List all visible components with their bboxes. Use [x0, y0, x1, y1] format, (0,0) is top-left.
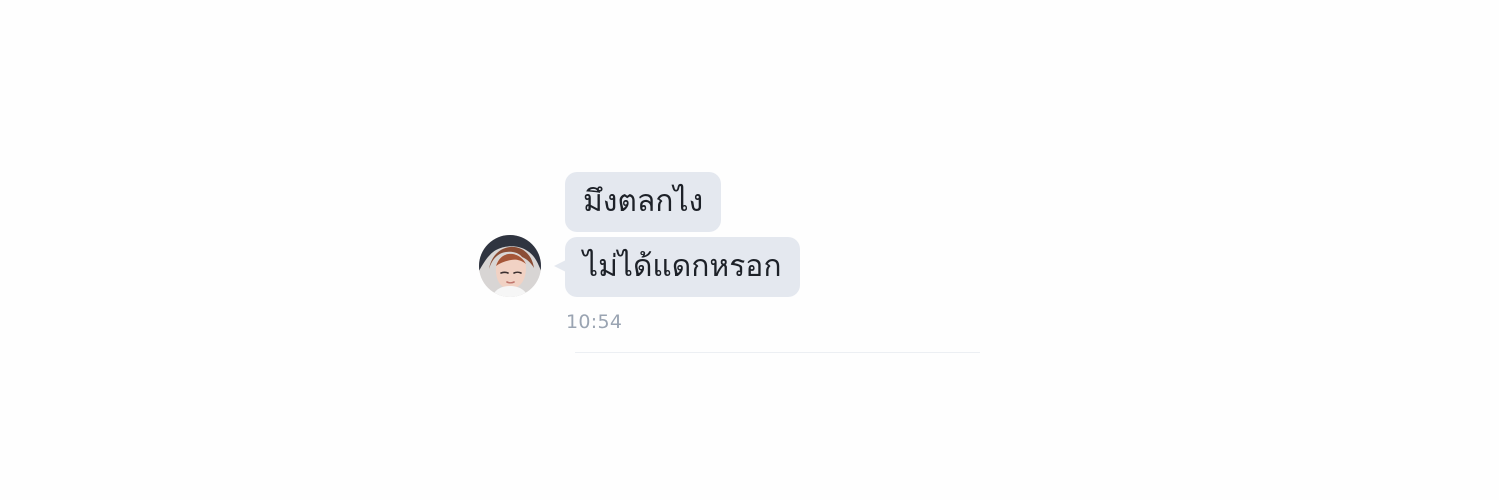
- contact-avatar[interactable]: [479, 235, 541, 297]
- message-bubble[interactable]: มึงตลกไง: [565, 172, 722, 232]
- message-bubble[interactable]: ไม่ได้แดกหรอก: [565, 237, 800, 297]
- chat-thread: มึงตลกไง ไม่ได้แดกหรอก 10:54: [0, 0, 1499, 500]
- message-divider: [575, 352, 980, 353]
- message-timestamp: 10:54: [566, 311, 623, 333]
- avatar-photo-icon: [479, 235, 541, 297]
